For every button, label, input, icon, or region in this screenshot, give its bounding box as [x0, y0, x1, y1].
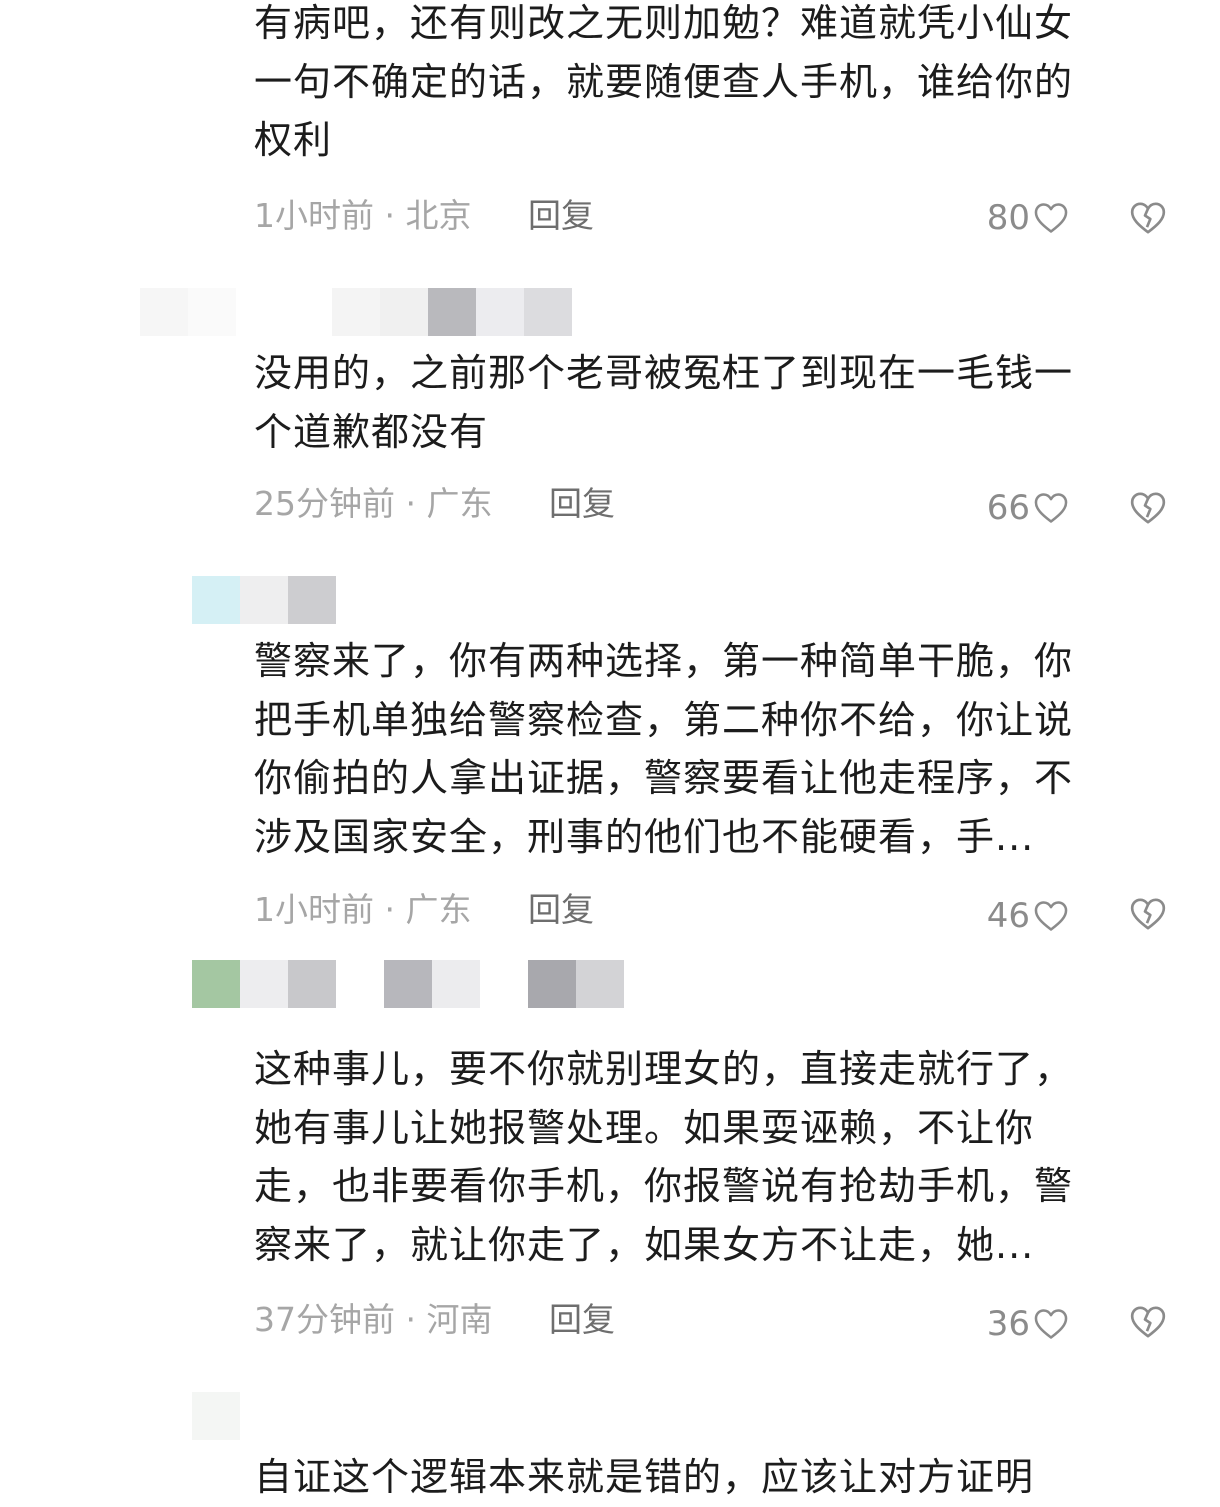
reply-button[interactable]: 回复: [549, 1298, 615, 1342]
comment-text: 这种事儿，要不你就别理女的，直接走就行了， 她有事儿让她报警处理。如果耍诬赖，不…: [254, 1047, 1074, 1267]
comment-text: 没用的，之前那个老哥被冤枉了到现在一毛钱一 个道歉都没有: [254, 351, 1074, 454]
like-count: 80: [986, 198, 1030, 238]
comment-time-location: 25分钟前 · 广东: [254, 484, 493, 523]
comment-meta: 25分钟前 · 广东 回复: [254, 482, 615, 526]
comment-time-location: 1小时前 · 广东: [254, 890, 472, 929]
like-button[interactable]: 80: [987, 196, 1070, 240]
comment-text: 有病吧，还有则改之无则加勉？难道就凭小仙女 一句不确定的话，就要随便查人手机，谁…: [254, 1, 1074, 162]
like-count: 46: [986, 896, 1030, 936]
dislike-icon[interactable]: [1128, 198, 1168, 238]
heart-icon: [1032, 897, 1070, 935]
heart-icon: [1032, 489, 1070, 527]
like-count: 36: [986, 1304, 1030, 1344]
username-redacted: [192, 1392, 240, 1440]
like-count: 66: [986, 488, 1030, 528]
comment-meta: 1小时前 · 北京 回复: [254, 194, 594, 238]
heart-icon: [1032, 199, 1070, 237]
comment-time-location: 37分钟前 · 河南: [254, 1300, 493, 1339]
dislike-icon[interactable]: [1128, 894, 1168, 934]
comment-text: 自证这个逻辑本来就是错的，应该让对方证明: [254, 1455, 1035, 1499]
reply-button[interactable]: 回复: [549, 482, 615, 526]
heart-icon: [1032, 1305, 1070, 1343]
comment-text: 警察来了，你有两种选择，第一种简单干脆，你 把手机单独给警察检查，第二种你不给，…: [254, 639, 1074, 859]
like-button[interactable]: 46: [987, 894, 1070, 938]
comment-meta: 37分钟前 · 河南 回复: [254, 1298, 615, 1342]
reply-button[interactable]: 回复: [528, 888, 594, 932]
username-redacted: [192, 576, 336, 624]
comment-time-location: 1小时前 · 北京: [254, 196, 472, 235]
like-button[interactable]: 66: [987, 486, 1070, 530]
username-redacted: [140, 288, 572, 336]
like-button[interactable]: 36: [987, 1302, 1070, 1346]
reply-button[interactable]: 回复: [528, 194, 594, 238]
dislike-icon[interactable]: [1128, 488, 1168, 528]
comment-meta: 1小时前 · 广东 回复: [254, 888, 594, 932]
username-redacted: [192, 960, 624, 1008]
dislike-icon[interactable]: [1128, 1302, 1168, 1342]
